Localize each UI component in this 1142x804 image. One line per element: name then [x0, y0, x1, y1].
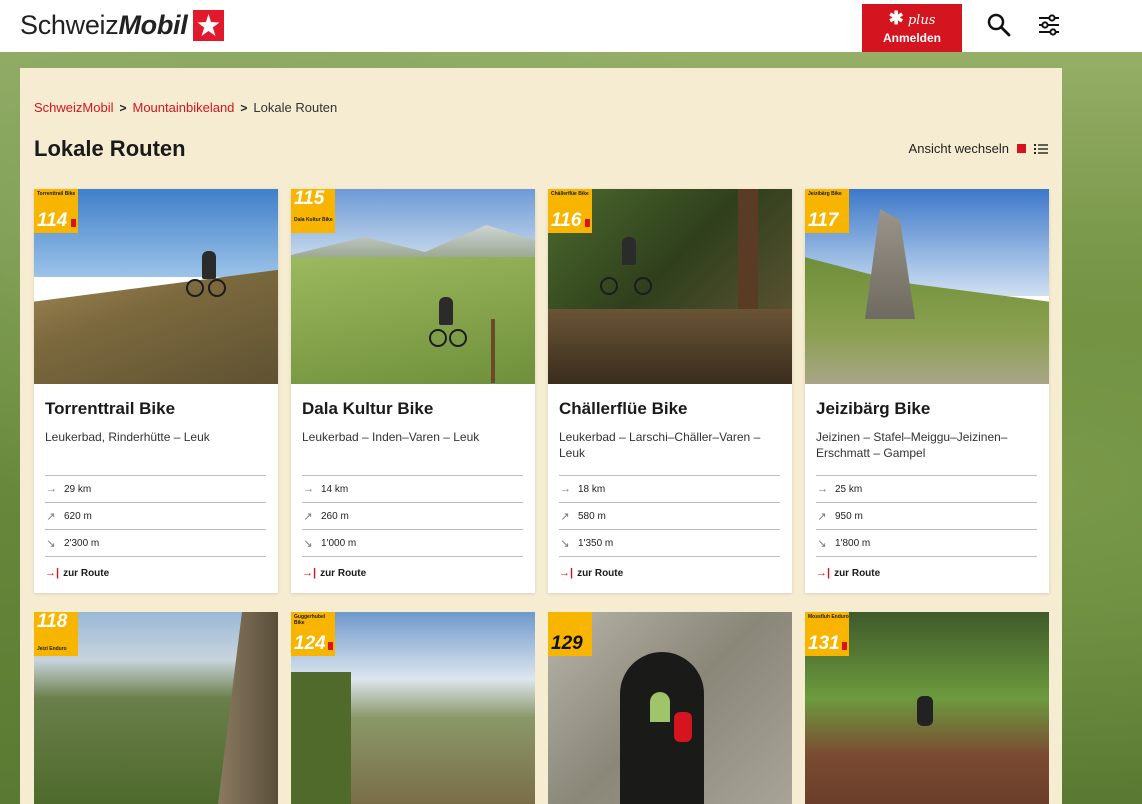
search-icon[interactable]	[986, 12, 1012, 38]
route-card-116[interactable]: Chällerflüe Bike 116 Chällerflüe Bike Le…	[548, 189, 792, 593]
arrow-right-icon: →	[817, 483, 828, 495]
plus-label: ✱ plus	[888, 8, 936, 29]
route-link[interactable]: →| zur Route	[816, 567, 1037, 579]
route-card-118[interactable]: 118 Jeizi Enduro	[34, 612, 278, 804]
route-number-badge: Guggerhubel Bike 124	[291, 612, 335, 656]
top-navigation-bar: SchweizMobil ✱ plus Anmelden	[0, 0, 1142, 52]
route-card-129[interactable]: 129	[548, 612, 792, 804]
route-link[interactable]: →| zur Route	[559, 567, 780, 579]
route-arrow-icon: →|	[816, 567, 831, 579]
route-stats: → 29 km ↗ 620 m ↘ 2'300 m	[45, 475, 266, 557]
view-switch: Ansicht wechseln	[909, 141, 1048, 156]
route-subtitle: Leukerbad – Inden–Varen – Leuk	[302, 430, 480, 444]
route-photo: 115 Dala Kultur Bike	[291, 189, 535, 384]
route-number-badge: 115 Dala Kultur Bike	[291, 189, 335, 233]
route-number-badge: Torrenttrail Bike 114	[34, 189, 78, 233]
route-number-badge: Mossfluh Enduro 131	[805, 612, 849, 656]
arrow-up-right-icon: ↗	[817, 510, 827, 523]
arrow-up-right-icon: ↗	[46, 510, 56, 523]
breadcrumb-link-schweizmobil[interactable]: SchweizMobil	[34, 100, 113, 115]
filter-settings-icon[interactable]	[1036, 12, 1062, 38]
arrow-right-icon: →	[303, 483, 314, 495]
grid-view-icon[interactable]	[1017, 144, 1026, 153]
plus-login-button[interactable]: ✱ plus Anmelden	[862, 4, 962, 52]
route-subtitle: Leukerbad, Rinderhütte – Leuk	[45, 430, 210, 444]
route-title: Dala Kultur Bike	[302, 399, 434, 418]
route-card-115[interactable]: 115 Dala Kultur Bike Dala Kultur Bike Le…	[291, 189, 535, 593]
page-title: Lokale Routen	[34, 136, 186, 161]
arrow-right-icon: →	[560, 483, 571, 495]
view-switch-label: Ansicht wechseln	[908, 141, 1009, 156]
arrow-down-right-icon: ↘	[817, 537, 827, 550]
breadcrumb-link-mountainbikeland[interactable]: Mountainbikeland	[133, 100, 235, 115]
arrow-down-right-icon: ↘	[303, 537, 313, 550]
chevron-right-icon: >	[240, 100, 248, 115]
breadcrumb: SchweizMobil > Mountainbikeland > Lokale…	[34, 100, 337, 115]
route-card-131[interactable]: Mossfluh Enduro 131	[805, 612, 1049, 804]
route-photo: Torrenttrail Bike 114	[34, 189, 278, 384]
brand-wordmark: SchweizMobil	[20, 10, 188, 40]
route-number-badge: Jeizibärg Bike 117	[805, 189, 849, 233]
route-arrow-icon: →|	[45, 567, 60, 579]
route-arrow-icon: →|	[302, 567, 317, 579]
route-stats: → 18 km ↗ 580 m ↘ 1'350 m	[559, 475, 780, 557]
route-title: Torrenttrail Bike	[45, 399, 176, 418]
route-arrow-icon: →|	[559, 567, 574, 579]
route-subtitle: Leukerbad – Larschi–Chäller–Varen – Leuk	[559, 430, 761, 460]
login-label: Anmelden	[882, 31, 941, 45]
route-card-124[interactable]: Guggerhubel Bike 124	[291, 612, 535, 804]
route-card-117[interactable]: Jeizibärg Bike 117 Jeizibärg Bike Jeizin…	[805, 189, 1049, 593]
arrow-up-right-icon: ↗	[303, 510, 313, 523]
brand-logo-link[interactable]: SchweizMobil	[20, 10, 225, 41]
route-number-badge: 129	[548, 612, 592, 656]
route-number-badge: 118 Jeizi Enduro	[34, 612, 78, 656]
arrow-down-right-icon: ↘	[46, 537, 56, 550]
route-title: Chällerflüe Bike	[559, 399, 688, 418]
route-stats: → 14 km ↗ 260 m ↘ 1'000 m	[302, 475, 523, 557]
route-number-badge: Chällerflüe Bike 116	[548, 189, 592, 233]
list-view-icon[interactable]	[1034, 143, 1048, 155]
content-panel: SchweizMobil > Mountainbikeland > Lokale…	[20, 68, 1062, 804]
route-link[interactable]: →| zur Route	[45, 567, 266, 579]
arrow-right-icon: →	[46, 483, 57, 495]
route-link[interactable]: →| zur Route	[302, 567, 523, 579]
route-card-114[interactable]: Torrenttrail Bike 114 Torrenttrail Bike …	[34, 189, 278, 593]
arrow-up-right-icon: ↗	[560, 510, 570, 523]
route-title: Jeizibärg Bike	[816, 399, 931, 418]
breadcrumb-current: Lokale Routen	[253, 100, 338, 115]
route-photo: Jeizibärg Bike 117	[805, 189, 1049, 384]
arrow-down-right-icon: ↘	[560, 537, 570, 550]
route-photo: Chällerflüe Bike 116	[548, 189, 792, 384]
route-stats: → 25 km ↗ 950 m ↘ 1'800 m	[816, 475, 1037, 557]
chevron-right-icon: >	[119, 100, 127, 115]
star-icon: ✱	[888, 8, 904, 29]
route-subtitle: Jeizinen – Stafel–Meiggu–Jeizinen–Erschm…	[816, 430, 1008, 460]
swiss-cross-logo-icon	[193, 10, 225, 41]
